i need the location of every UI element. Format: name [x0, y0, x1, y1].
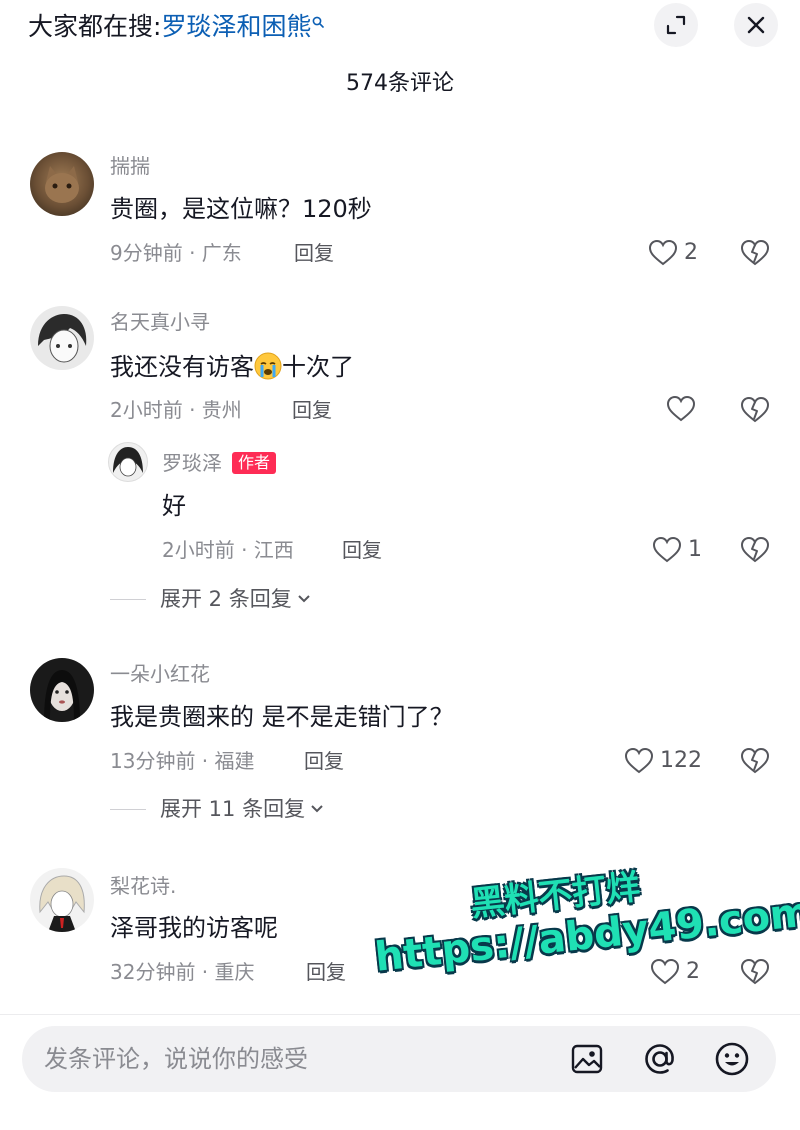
hot-search-prefix: 大家都在搜:: [28, 12, 162, 41]
like-button[interactable]: 122: [624, 746, 702, 776]
avatar[interactable]: [108, 442, 148, 482]
comment-text: 贵圈，是这位嘛？120秒: [110, 195, 372, 223]
comment-username[interactable]: 梨花诗.: [110, 872, 176, 900]
like-button[interactable]: [666, 395, 696, 423]
like-button[interactable]: 2: [650, 957, 700, 987]
comment-username[interactable]: 揣揣: [110, 152, 150, 180]
like-count: 2: [684, 240, 698, 265]
like-button[interactable]: 1: [652, 535, 702, 565]
reply-username[interactable]: 罗琰泽: [162, 449, 222, 477]
comment-meta: 32分钟前 · 重庆: [110, 960, 255, 984]
author-avatar-icon: [113, 447, 143, 477]
avatar[interactable]: [30, 658, 94, 722]
heart-icon: [624, 747, 654, 774]
reply-text: 好: [162, 492, 186, 520]
reply-meta: 2小时前 · 江西: [162, 538, 294, 562]
like-count: 122: [660, 748, 702, 773]
expand-replies-button[interactable]: 展开 11 条回复: [160, 794, 325, 824]
reply-button[interactable]: 回复: [294, 239, 334, 267]
dislike-icon[interactable]: [740, 396, 770, 424]
dislike-icon[interactable]: [740, 958, 770, 986]
comment-text: 泽哥我的访客呢: [110, 914, 278, 942]
author-badge: 作者: [232, 452, 277, 474]
like-count: 1: [688, 537, 702, 562]
divider: [110, 599, 146, 600]
search-icon: [313, 16, 325, 28]
comment-meta: 2小时前 · 贵州: [110, 398, 242, 422]
crying-face-icon: [254, 352, 282, 380]
at-icon[interactable]: [642, 1041, 678, 1077]
expand-replies-label: 展开 11 条回复: [160, 797, 306, 821]
close-icon: [747, 16, 765, 34]
comment-meta: 9分钟前 · 广东: [110, 241, 242, 265]
dislike-icon[interactable]: [740, 239, 770, 267]
avatar[interactable]: [30, 152, 94, 216]
comment-count: 574条评论: [346, 71, 454, 96]
portrait-avatar-icon: [44, 670, 80, 722]
divider: [110, 809, 146, 810]
avatar[interactable]: [30, 306, 94, 370]
heart-icon: [666, 395, 696, 422]
reply-author-line: 罗琰泽 作者: [162, 449, 277, 477]
hot-search-bar[interactable]: 大家都在搜:罗琰泽和困熊: [28, 10, 325, 44]
comment-username[interactable]: 一朵小红花: [110, 660, 210, 688]
expand-replies-button[interactable]: 展开 2 条回复: [160, 584, 312, 614]
reply-button[interactable]: 回复: [304, 747, 344, 775]
image-icon[interactable]: [570, 1042, 604, 1076]
divider: [0, 1014, 800, 1015]
comment-input-bar[interactable]: 发条评论，说说你的感受: [22, 1026, 776, 1092]
comment-text-part: 十次了: [282, 353, 354, 381]
chevron-down-icon: [298, 595, 310, 603]
avatar[interactable]: [30, 868, 94, 932]
emoji-icon[interactable]: [714, 1041, 750, 1077]
dislike-icon[interactable]: [740, 747, 770, 775]
cat-avatar-icon: [45, 166, 79, 203]
heart-icon: [648, 239, 678, 266]
reply-button[interactable]: 回复: [342, 536, 382, 564]
anime-character-avatar-icon: [39, 875, 85, 932]
comment-meta: 13分钟前 · 福建: [110, 749, 255, 773]
comment-text-part: 我还没有访客: [110, 353, 254, 381]
expand-replies-label: 展开 2 条回复: [160, 587, 292, 611]
reply-button[interactable]: 回复: [292, 396, 332, 424]
expand-button[interactable]: [654, 3, 698, 47]
dislike-icon[interactable]: [740, 536, 770, 564]
comment-input[interactable]: 发条评论，说说你的感受: [44, 1042, 308, 1076]
like-button[interactable]: 2: [648, 238, 698, 268]
heart-icon: [650, 958, 680, 985]
comment-username[interactable]: 名天真小寻: [110, 308, 210, 336]
like-count: 2: [686, 959, 700, 984]
expand-icon: [666, 15, 686, 35]
comment-text: 我还没有访客 十次了: [110, 350, 354, 384]
chevron-down-icon: [311, 805, 323, 813]
anime-girl-avatar-icon: [38, 314, 87, 363]
close-button[interactable]: [734, 3, 778, 47]
hot-search-keyword[interactable]: 罗琰泽和困熊: [161, 12, 311, 41]
comment-text: 我是贵圈来的 是不是走错门了？: [110, 703, 454, 731]
reply-button[interactable]: 回复: [306, 958, 346, 986]
heart-icon: [652, 536, 682, 563]
